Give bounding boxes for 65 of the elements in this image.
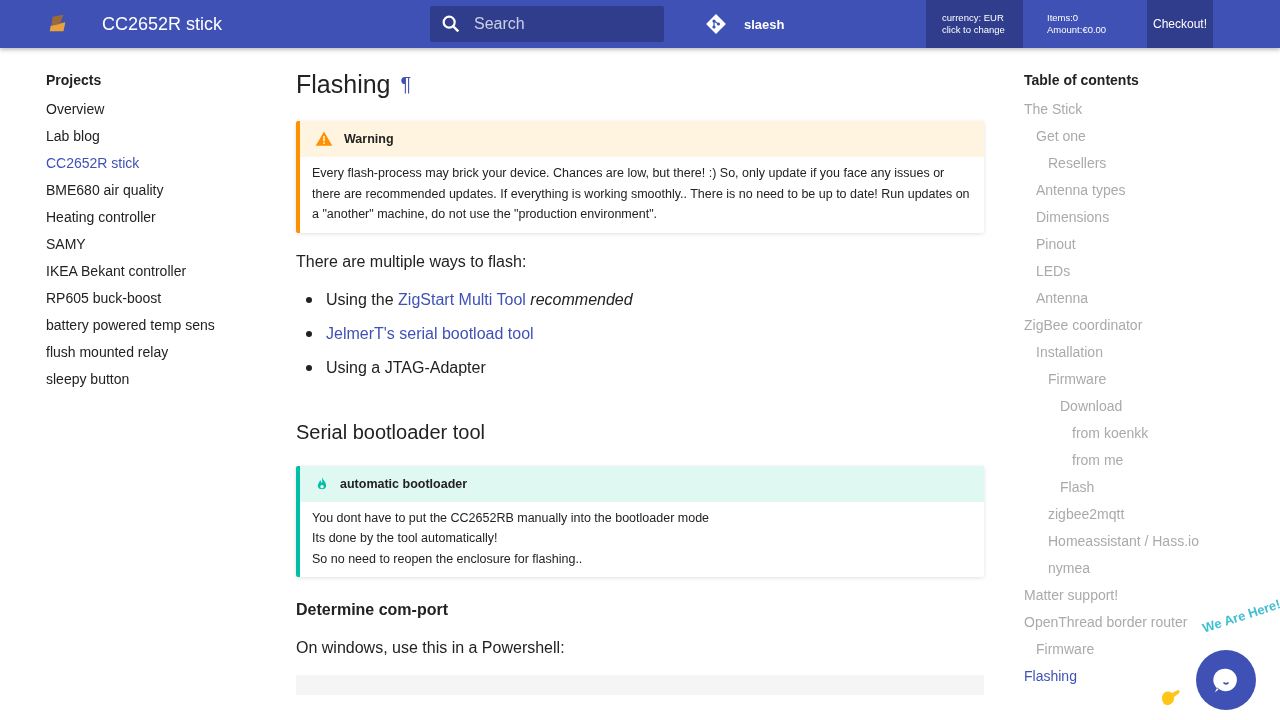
admonition-text: Every flash-process may brick your device. Chances are low, but there! :) So, only update if you face any issues or there are recommended updates. If everything is working smoothly.. There is no need to be up to date! Run updates on a "another" machine, do not use the "production environment". (312, 165, 970, 223)
admonition-text: Its done by the tool automatically! (312, 530, 499, 547)
toc-link[interactable]: Installation (1024, 339, 1199, 366)
toc-link[interactable]: Get one (1024, 123, 1199, 150)
toc-heading: Table of contents (1024, 72, 1140, 88)
list-text: recommended (530, 290, 633, 309)
paragraph: On windows, use this in a Powershell: (296, 639, 566, 657)
nav-link[interactable]: CC2652R stick (46, 150, 250, 177)
bullet-icon (306, 296, 312, 303)
text-link[interactable]: JelmerT's serial bootload tool (326, 324, 534, 343)
toc-link[interactable]: Firmware (1024, 636, 1199, 663)
page-title: CC2652R stick (102, 13, 224, 35)
warning-icon (314, 130, 334, 148)
toc-link[interactable]: Firmware (1024, 366, 1199, 393)
nav-link[interactable]: Heating controller (46, 204, 250, 231)
toc-link[interactable]: Flashing (1024, 663, 1199, 690)
bullet-icon (306, 330, 312, 337)
nav-link[interactable]: sleepy button (46, 366, 250, 393)
list-text: Using the (326, 290, 394, 309)
paragraph: There are multiple ways to flash: (296, 252, 528, 271)
admonition-text: You dont have to put the CC2652RB manually into the bootloader mode (312, 509, 711, 527)
toc-link[interactable]: OpenThread border router (1024, 609, 1199, 636)
admonition-text: So no need to reopen the enclosure for flashing.. (312, 550, 584, 568)
toc-link[interactable]: Homeassistant / Hass.io (1024, 528, 1199, 555)
repo-link[interactable]: slaesh (744, 16, 785, 32)
cart-button[interactable]: Items:0 Amount:€0.00 (1023, 0, 1147, 48)
toc-link[interactable]: Pinout (1024, 231, 1199, 258)
toc-link[interactable]: nymea (1024, 555, 1199, 582)
admonition-title: Warning (344, 132, 394, 146)
search-icon (440, 13, 462, 35)
nav-link[interactable]: BME680 air quality (46, 177, 250, 204)
nav-link[interactable]: SAMY (46, 231, 250, 258)
toc-link[interactable]: Antenna types (1024, 177, 1199, 204)
chat-button[interactable] (1196, 650, 1256, 710)
toc-link[interactable]: LEDs (1024, 258, 1199, 285)
nav-link[interactable]: IKEA Bekant controller (46, 258, 250, 285)
nav-heading: Projects (46, 72, 103, 88)
toc-link[interactable]: from koenkk (1024, 420, 1199, 447)
permalink[interactable]: ¶ (400, 73, 412, 96)
toc-link[interactable]: Matter support! (1024, 582, 1199, 609)
toc-link[interactable]: The Stick (1024, 96, 1199, 123)
nav-link[interactable]: flush mounted relay (46, 339, 250, 366)
toc-link[interactable]: zigbee2mqtt (1024, 501, 1199, 528)
chat-label: We Are Here! (1200, 596, 1280, 636)
toc-link[interactable]: Resellers (1024, 150, 1199, 177)
search-field[interactable]: Search (430, 6, 664, 42)
toc-link[interactable]: Flash (1024, 474, 1199, 501)
nav-link[interactable]: RP605 buck-boost (46, 285, 250, 312)
subsection-heading: Determine com-port (296, 601, 450, 619)
checkout-button[interactable]: Checkout! (1147, 0, 1213, 48)
toc-link[interactable]: Dimensions (1024, 204, 1199, 231)
toc-link[interactable]: from me (1024, 447, 1199, 474)
currency-button[interactable]: currency: EUR click to change (926, 0, 1023, 48)
toc-link[interactable]: ZigBee coordinator (1024, 312, 1199, 339)
toc-link[interactable]: Download (1024, 393, 1199, 420)
admonition-title: automatic bootloader (340, 476, 468, 491)
list-text: Using a JTAG-Adapter (326, 358, 486, 377)
nav-link[interactable]: Lab blog (46, 123, 250, 150)
page-heading: Flashing (296, 70, 391, 99)
text-link[interactable]: ZigStart Multi Tool (398, 290, 526, 309)
section-heading: Serial bootloader tool (296, 420, 486, 444)
nav-link[interactable]: battery powered temp sens (46, 312, 250, 339)
toc-link[interactable]: Antenna (1024, 285, 1199, 312)
bullet-icon (306, 364, 312, 371)
nav-link[interactable]: Overview (46, 96, 250, 123)
